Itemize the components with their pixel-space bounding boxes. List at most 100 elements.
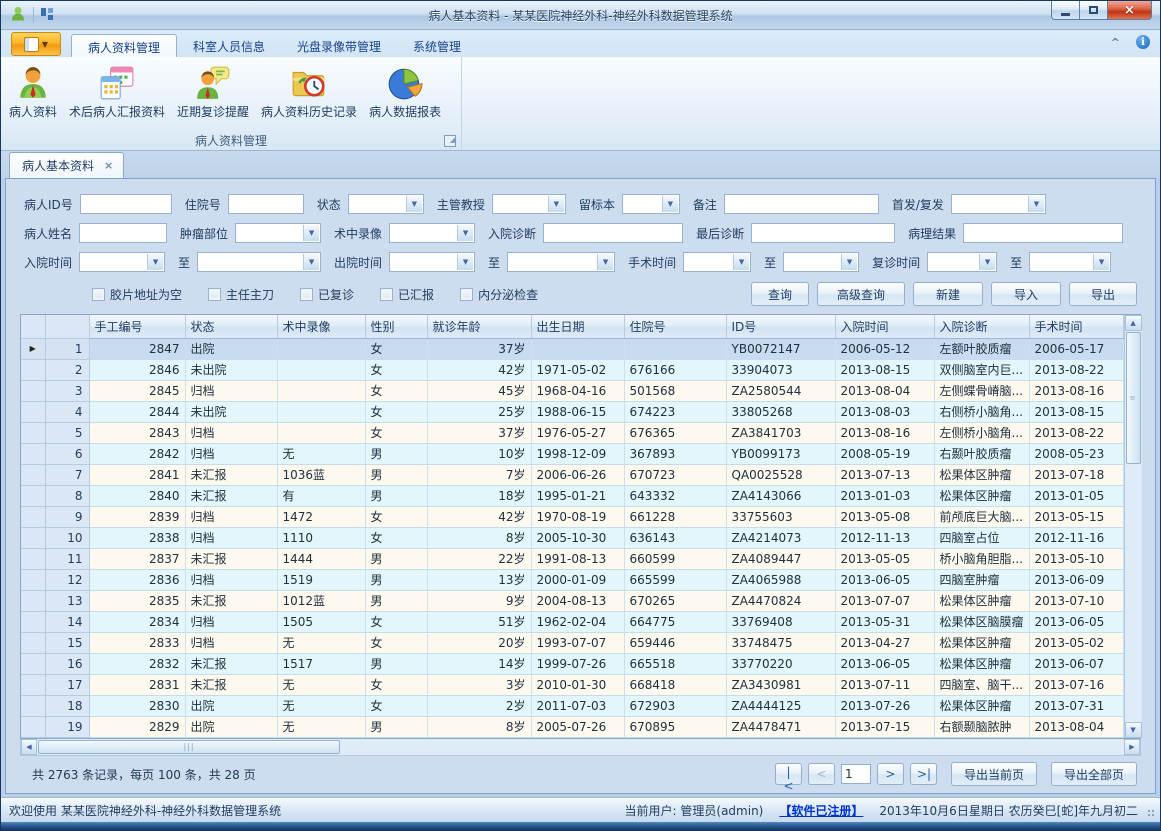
cell-surgery-video[interactable] [277,422,365,443]
cell-id-no[interactable]: ZA3841703 [726,422,835,443]
cell-status[interactable]: 未出院 [185,401,277,422]
table-row[interactable]: 182830出院无女2岁2011-07-03672903ZA4444125201… [21,695,1123,716]
cell-gender[interactable]: 女 [365,380,427,401]
chevron-down-icon[interactable]: ▼ [303,254,319,270]
cell-visit-age[interactable]: 37岁 [427,338,531,359]
cell-gender[interactable]: 男 [365,443,427,464]
cell-admission-date[interactable]: 2013-07-26 [835,695,934,716]
chevron-down-icon[interactable]: ▼ [979,254,995,270]
vertical-scroll-thumb[interactable]: ≡ [1126,332,1141,464]
cell-admission-diagnosis[interactable]: 松果体区肿瘤 [934,632,1029,653]
cell-id-no[interactable]: ZA4065988 [726,569,835,590]
cell-gender[interactable]: 女 [365,695,427,716]
cell-admission-date[interactable]: 2008-05-19 [835,443,934,464]
cell-birth-date[interactable]: 2010-01-30 [531,674,624,695]
cell-admission-no[interactable]: 676166 [624,359,726,380]
vertical-scrollbar[interactable]: ▲ ≡ ▼ [1124,315,1142,738]
cell-admission-date[interactable]: 2013-07-13 [835,464,934,485]
cell-manual-no[interactable]: 2841 [89,464,185,485]
cell-surgery-date[interactable]: 2013-08-22 [1029,359,1123,380]
cell-admission-date[interactable]: 2013-08-15 [835,359,934,380]
cell-admission-date[interactable]: 2013-07-11 [835,674,934,695]
cell-visit-age[interactable]: 45岁 [427,380,531,401]
table-row[interactable]: 162832未汇报1517男14岁1999-07-266655183377022… [21,653,1123,674]
cell-admission-diagnosis[interactable]: 松果体区肿瘤 [934,695,1029,716]
collapse-ribbon-icon[interactable]: ^ [1111,36,1120,49]
cell-birth-date[interactable]: 2005-07-26 [531,716,624,737]
cell-gender[interactable]: 男 [365,590,427,611]
cell-surgery-date[interactable]: 2013-07-31 [1029,695,1123,716]
cell-admission-diagnosis[interactable]: 前颅底巨大脑... [934,506,1029,527]
cell-gender[interactable]: 男 [365,716,427,737]
chevron-down-icon[interactable]: ▼ [406,196,422,212]
column-header-manual-no[interactable]: 手工编号 [89,315,185,338]
cell-admission-diagnosis[interactable]: 四脑室占位 [934,527,1029,548]
column-header-visit-age[interactable]: 就诊年龄 [427,315,531,338]
chevron-down-icon[interactable]: ▼ [841,254,857,270]
cell-status[interactable]: 归档 [185,506,277,527]
cell-id-no[interactable]: ZA4444125 [726,695,835,716]
cell-birth-date[interactable]: 1991-08-13 [531,548,624,569]
cell-manual-no[interactable]: 2837 [89,548,185,569]
cell-gender[interactable]: 女 [365,506,427,527]
checkbox-chief-surgeon[interactable]: 主任主刀 [208,286,274,303]
table-row[interactable]: ▶12847出院女37岁YB00721472006-05-12左额叶胶质瘤200… [21,338,1123,359]
cell-surgery-date[interactable]: 2013-08-15 [1029,401,1123,422]
column-header-admission-no[interactable]: 住院号 [624,315,726,338]
cell-gender[interactable]: 男 [365,464,427,485]
table-row[interactable]: 142834归档1505女51岁1962-02-0466477533769408… [21,611,1123,632]
resize-grip-icon[interactable] [1147,809,1156,818]
cell-admission-diagnosis[interactable]: 桥小脑角胆脂... [934,548,1029,569]
filter-input-remarks[interactable] [724,194,879,214]
cell-visit-age[interactable]: 25岁 [427,401,531,422]
cell-status[interactable]: 未出院 [185,359,277,380]
table-row[interactable]: 32845归档女45岁1968-04-16501568ZA25805442013… [21,380,1123,401]
cell-visit-age[interactable]: 13岁 [427,569,531,590]
ribbon-button-followup-reminder[interactable]: 近期复诊提醒 [171,61,255,122]
cell-status[interactable]: 归档 [185,443,277,464]
cell-birth-date[interactable]: 1976-05-27 [531,422,624,443]
filter-combo-status[interactable]: ▼ [348,194,424,214]
scroll-down-icon[interactable]: ▼ [1125,722,1142,738]
cell-admission-diagnosis[interactable]: 松果体区肿瘤 [934,590,1029,611]
filter-combo-specimen[interactable]: ▼ [622,194,680,214]
cell-visit-age[interactable]: 14岁 [427,653,531,674]
cell-id-no[interactable]: 33769408 [726,611,835,632]
cell-birth-date[interactable]: 1988-06-15 [531,401,624,422]
filter-input-patient-id[interactable] [80,194,172,214]
cell-id-no[interactable]: 33770220 [726,653,835,674]
cell-id-no[interactable]: ZA2580544 [726,380,835,401]
query-button[interactable]: 查询 [751,282,809,306]
cell-admission-no[interactable]: 660599 [624,548,726,569]
cell-birth-date[interactable] [531,338,624,359]
cell-status[interactable]: 未汇报 [185,674,277,695]
cell-admission-date[interactable]: 2013-04-27 [835,632,934,653]
dialog-launcher-icon[interactable]: ◢ [444,135,456,147]
cell-admission-diagnosis[interactable]: 四脑室肿瘤 [934,569,1029,590]
cell-visit-age[interactable]: 20岁 [427,632,531,653]
cell-gender[interactable]: 男 [365,569,427,590]
ribbon-tab-patient-management[interactable]: 病人资料管理 [71,34,177,57]
cell-surgery-video[interactable]: 无 [277,443,365,464]
cell-admission-date[interactable]: 2013-05-31 [835,611,934,632]
ribbon-button-patient-info[interactable]: 病人资料 [3,61,63,122]
cell-visit-age[interactable]: 7岁 [427,464,531,485]
cell-admission-date[interactable]: 2013-06-05 [835,653,934,674]
filter-input-patient-name[interactable] [79,223,167,243]
cell-manual-no[interactable]: 2830 [89,695,185,716]
table-row[interactable]: 62842归档无男10岁1998-12-09367893YB0099173200… [21,443,1123,464]
cell-manual-no[interactable]: 2839 [89,506,185,527]
cell-admission-diagnosis[interactable]: 左额叶胶质瘤 [934,338,1029,359]
table-row[interactable]: 42844未出院女25岁1988-06-15674223338052682013… [21,401,1123,422]
filter-combo-professor[interactable]: ▼ [492,194,566,214]
cell-birth-date[interactable]: 1995-01-21 [531,485,624,506]
cell-surgery-video[interactable]: 1012蓝 [277,590,365,611]
filter-combo-admission-date-from[interactable]: ▼ [79,252,165,272]
cell-id-no[interactable]: 33904073 [726,359,835,380]
cell-status[interactable]: 归档 [185,611,277,632]
column-header-id-no[interactable]: ID号 [726,315,835,338]
cell-surgery-video[interactable]: 1444 [277,548,365,569]
filter-input-admission-diagnosis[interactable] [543,223,683,243]
cell-admission-no[interactable]: 670895 [624,716,726,737]
cell-admission-no[interactable] [624,338,726,359]
